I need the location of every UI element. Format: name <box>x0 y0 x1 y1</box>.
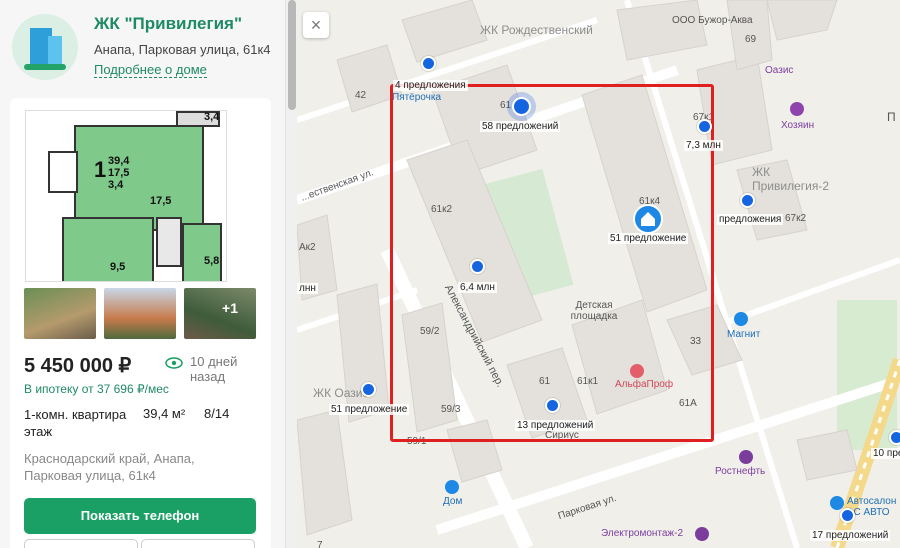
offer-marker[interactable] <box>470 259 485 274</box>
show-phone-button[interactable]: Показать телефон <box>24 498 256 534</box>
home-store-icon[interactable] <box>445 480 459 494</box>
floor-plan-image[interactable]: 1 39,4 17,5 3,4 17,5 9,5 5,8 3,4 <box>25 110 227 282</box>
bldg-42: 42 <box>355 90 367 101</box>
bldg-7: 7 <box>317 540 323 548</box>
posted-time: 10 дней назад <box>190 354 238 384</box>
poi-rostneft[interactable]: Ростнефть <box>715 466 765 477</box>
bldg-67k2: 67к2 <box>785 213 807 224</box>
house-icon <box>641 212 655 226</box>
listing-card[interactable]: 1 39,4 17,5 3,4 17,5 9,5 5,8 3,4 +1 5 45… <box>10 98 271 548</box>
mortgage-link[interactable]: В ипотеку от 37 696 ₽/мес <box>24 382 169 396</box>
eye-icon <box>165 357 183 369</box>
offer-marker[interactable] <box>740 193 755 208</box>
poi-elektromontazh[interactable]: Электромонтаж-2 <box>601 528 683 539</box>
map[interactable]: × ЖК Рождественский ЖК Привилегия-2 ЖК О… <box>297 0 900 548</box>
offer-label[interactable]: 13 предложений <box>515 420 596 431</box>
photo-thumb-1[interactable] <box>24 288 96 339</box>
offer-marker[interactable] <box>697 119 712 134</box>
poi-dom[interactable]: Дом <box>443 496 462 507</box>
offer-marker[interactable] <box>361 382 376 397</box>
poi-bujor[interactable]: ООО Бужор-Аква <box>672 15 753 26</box>
selected-house-marker[interactable] <box>633 204 663 234</box>
shop-icon[interactable] <box>734 312 748 326</box>
secondary-button[interactable] <box>24 539 138 548</box>
complex-header: ЖК "Привилегия" Анапа, Парковая улица, 6… <box>0 0 285 92</box>
bldg-ak2: Ак2 <box>299 242 316 253</box>
full-address: Краснодарский край, Анапа, Парковая улиц… <box>24 451 195 483</box>
close-icon: × <box>310 15 322 35</box>
offer-label[interactable]: 17 предложений <box>810 530 891 541</box>
listing-panel: ЖК "Привилегия" Анапа, Парковая улица, 6… <box>0 0 285 548</box>
street-p: П <box>887 110 896 124</box>
photo-thumb-2[interactable] <box>104 288 176 339</box>
tertiary-button[interactable] <box>141 539 255 548</box>
bldg-69: 69 <box>745 34 757 45</box>
offer-label[interactable]: предложения <box>717 214 784 225</box>
poi-khozyain[interactable]: Хозяин <box>781 120 814 131</box>
offer-label[interactable]: 51 предложение <box>608 233 689 244</box>
poi-magnit[interactable]: Магнит <box>727 329 760 340</box>
offer-label[interactable]: 7,3 млн <box>684 140 723 151</box>
more-photos-count: +1 <box>222 300 238 316</box>
offer-marker[interactable] <box>421 56 436 71</box>
offer-marker[interactable] <box>840 508 855 523</box>
car-icon[interactable] <box>830 496 844 510</box>
offer-marker[interactable] <box>512 97 531 116</box>
offer-label[interactable]: лнн <box>297 283 318 294</box>
offer-label[interactable]: 4 предложения <box>393 80 468 91</box>
price: 5 450 000 ₽ <box>24 355 132 377</box>
offer-marker[interactable] <box>545 398 560 413</box>
selection-frame <box>390 84 714 442</box>
apartment-floor: 8/14 <box>204 406 230 421</box>
offer-label[interactable]: 51 предложение <box>329 404 410 415</box>
offer-label[interactable]: 10 пред <box>871 448 900 459</box>
offer-label[interactable]: 58 предложений <box>480 121 561 132</box>
complex-address: Анапа, Парковая улица, 61к4 <box>94 42 271 57</box>
poi-oazis[interactable]: Оазис <box>765 65 793 76</box>
hardware-store-icon[interactable] <box>790 102 804 116</box>
scrollbar-thumb[interactable] <box>288 0 296 110</box>
fuel-icon[interactable] <box>739 450 753 464</box>
photo-thumb-3[interactable]: +1 <box>184 288 256 339</box>
offer-label[interactable]: 6,4 млн <box>458 282 497 293</box>
apartment-type: 1-комн. квартира этаж <box>24 407 127 439</box>
close-map-button[interactable]: × <box>303 12 329 38</box>
complex-details-link[interactable]: Подробнее о доме <box>94 62 207 78</box>
apartment-area: 39,4 м² <box>143 406 186 421</box>
complex-title[interactable]: ЖК "Привилегия" <box>94 14 242 34</box>
map-label-zhk-priv2: ЖК Привилегия-2 <box>752 165 830 193</box>
offer-marker[interactable] <box>889 430 900 445</box>
service-icon[interactable] <box>695 527 709 541</box>
map-label-zhk-rozhd: ЖК Рождественский <box>480 23 593 37</box>
complex-logo <box>12 14 78 80</box>
